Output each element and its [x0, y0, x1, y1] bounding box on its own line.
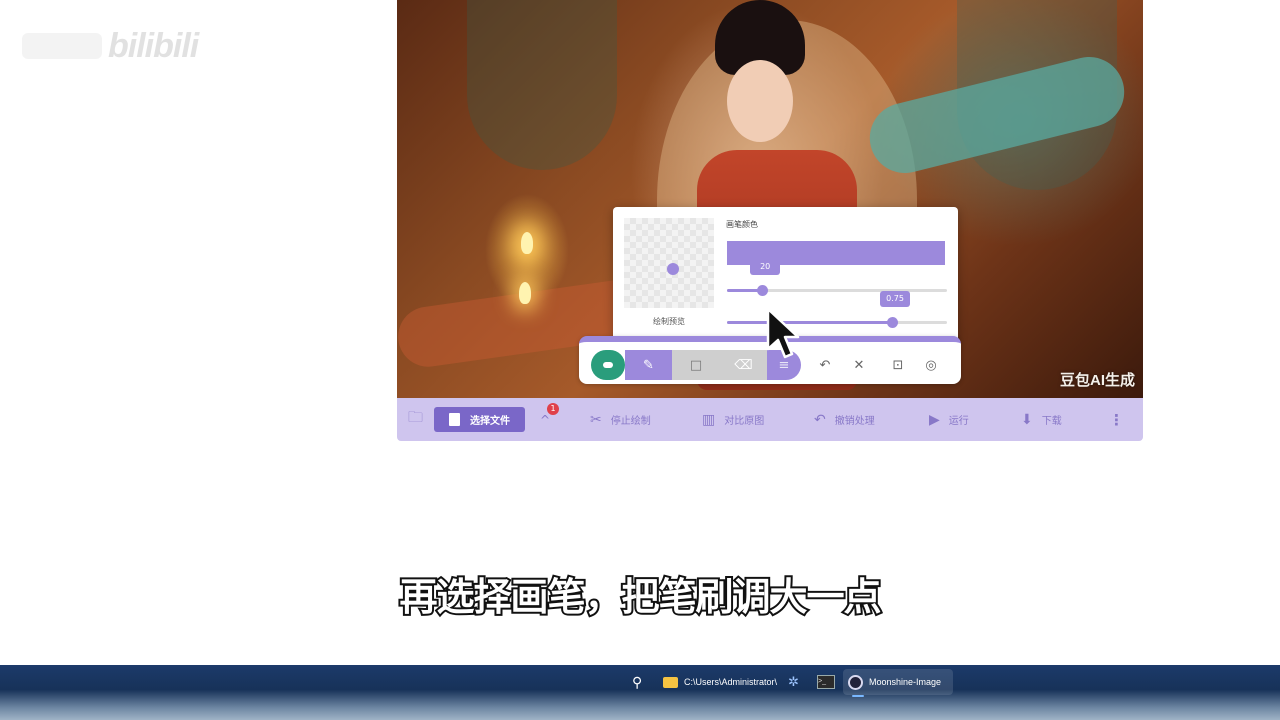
- brush-opacity-slider[interactable]: 0.75: [727, 291, 947, 328]
- select-file-button[interactable]: 选择文件: [434, 407, 525, 432]
- clear-drawing-button[interactable]: ✕: [845, 350, 873, 380]
- eraser-tool-button[interactable]: ⌫: [720, 350, 767, 380]
- undo-process-label: 撤销处理: [834, 416, 875, 427]
- windows-taskbar: ⚲ C:\Users\Administrator\ ✲ >_ Moonshine…: [0, 665, 1280, 720]
- focus-icon: ⊡: [892, 357, 904, 373]
- brush-preview-dot: [667, 263, 679, 275]
- brush-size-slider[interactable]: 20: [727, 259, 947, 296]
- chevron-up-icon: ^: [540, 412, 551, 427]
- mural-decoration: [467, 0, 617, 170]
- undo-icon: ↶: [814, 411, 826, 428]
- square-icon: □: [689, 357, 703, 373]
- brush-preview-label: 绘制预览: [653, 317, 685, 326]
- more-options-button[interactable]: ⋮: [1109, 398, 1124, 441]
- draw-toggle-button[interactable]: [591, 350, 625, 380]
- gear-icon: ✲: [788, 674, 799, 689]
- compare-original-button[interactable]: ▥ 对比原图: [702, 398, 764, 441]
- taskbar-file-explorer[interactable]: C:\Users\Administrator\: [663, 671, 777, 693]
- watermark-text: bilibili: [108, 26, 199, 65]
- stop-drawing-button[interactable]: ✂ 停止绘制: [590, 398, 651, 441]
- taskbar-terminal[interactable]: >_: [817, 671, 835, 693]
- terminal-icon: >_: [817, 675, 835, 689]
- moonshine-app-icon: [848, 674, 863, 690]
- run-button[interactable]: ▶ 运行: [929, 398, 969, 441]
- pen-tool-button[interactable]: ✎: [625, 350, 672, 380]
- toggle-icon: [603, 362, 613, 368]
- pencil-icon: ✎: [643, 357, 654, 373]
- explorer-path-label: C:\Users\Administrator\: [684, 677, 778, 687]
- notification-badge: 1: [547, 403, 559, 415]
- video-subtitle: 再选择画笔，把笔刷调大一点: [397, 573, 883, 621]
- open-folder-button[interactable]: 🗀: [408, 398, 423, 441]
- brush-color-label: 画笔颜色: [726, 220, 758, 229]
- compare-icon: ▥: [702, 411, 716, 428]
- download-icon: ⬇: [1021, 411, 1033, 428]
- mouse-cursor-icon: [766, 307, 800, 359]
- undo-icon: ↶: [819, 357, 831, 373]
- bilibili-watermark: bilibili: [22, 26, 232, 66]
- run-label: 运行: [948, 416, 969, 427]
- figure-head: [727, 60, 793, 142]
- bottom-toolbar: 🗀 选择文件 ^ 1 ✂ 停止绘制 ▥ 对比原图 ↶ 撤销处理 ▶ 运行 ⬇ 下…: [397, 398, 1143, 441]
- undo-process-button[interactable]: ↶ 撤销处理: [814, 398, 875, 441]
- scissors-icon: ✂: [590, 411, 602, 428]
- slider-fill: [727, 321, 892, 324]
- search-icon: ⚲: [632, 673, 643, 690]
- taskbar-search-button[interactable]: ⚲: [632, 671, 642, 693]
- candle-flame: [519, 282, 531, 304]
- more-vertical-icon: ⋮: [1109, 410, 1124, 429]
- ai-generated-badge: 豆包AI生成: [1059, 372, 1135, 389]
- compare-label: 对比原图: [724, 416, 765, 427]
- slider-thumb[interactable]: [757, 285, 769, 296]
- slider-thumb[interactable]: [887, 317, 898, 328]
- tv-logo-icon: [22, 33, 102, 59]
- select-file-label: 选择文件: [470, 416, 510, 427]
- brush-size-value: 20: [750, 259, 781, 275]
- folder-icon: 🗀: [408, 408, 424, 426]
- taskbar-moonshine-image[interactable]: Moonshine-Image: [843, 669, 954, 695]
- active-app-label: Moonshine-Image: [869, 677, 942, 687]
- windows-start-icon[interactable]: [600, 673, 620, 691]
- rectangle-tool-button[interactable]: □: [672, 350, 720, 380]
- focus-button[interactable]: ⊡: [884, 350, 912, 380]
- close-icon: ✕: [853, 357, 865, 373]
- hide-mask-button[interactable]: ◎: [917, 350, 945, 380]
- play-icon: ▶: [929, 411, 940, 428]
- brush-preview: [624, 218, 714, 308]
- brush-opacity-value: 0.75: [880, 291, 910, 307]
- eye-off-icon: ◎: [925, 357, 937, 373]
- undo-stroke-button[interactable]: ↶: [811, 350, 839, 380]
- download-button[interactable]: ⬇ 下载: [1021, 398, 1062, 441]
- folder-icon: [663, 676, 678, 688]
- taskbar-app-gear[interactable]: ✲: [788, 671, 799, 693]
- active-app-indicator: [852, 695, 864, 697]
- eraser-icon: ⌫: [734, 357, 753, 373]
- candle-flame: [521, 232, 533, 254]
- stop-drawing-label: 停止绘制: [610, 416, 651, 427]
- download-label: 下载: [1041, 416, 1062, 427]
- file-add-icon: [449, 410, 460, 426]
